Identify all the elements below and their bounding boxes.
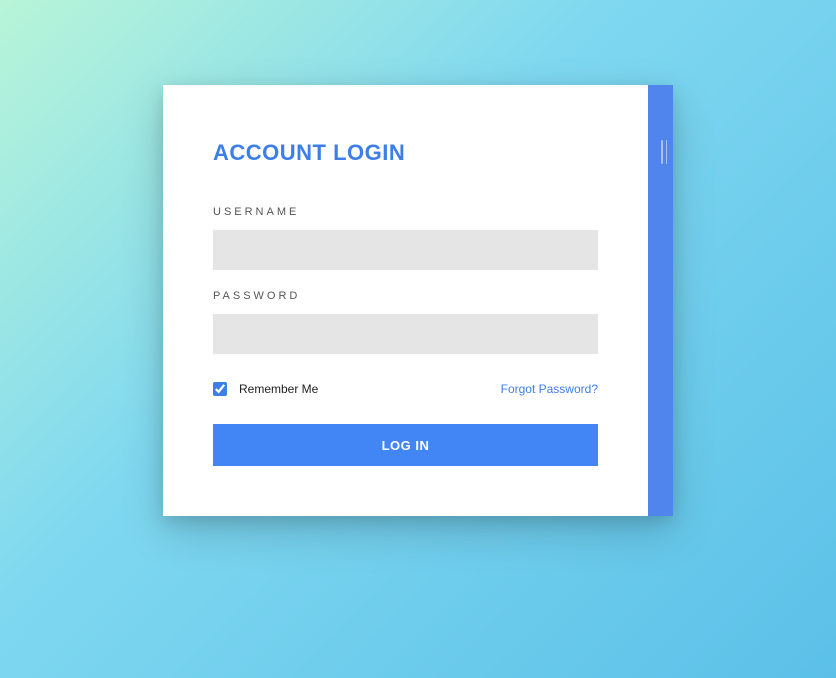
login-button[interactable]: LOG IN [213, 424, 598, 466]
remember-me-checkbox[interactable] [213, 382, 227, 396]
side-panel-toggle[interactable] [648, 85, 673, 516]
login-title: ACCOUNT LOGIN [213, 140, 598, 166]
password-input[interactable] [213, 314, 598, 354]
remember-me-wrap: Remember Me [213, 382, 318, 396]
username-label: USERNAME [213, 206, 598, 218]
login-card: ACCOUNT LOGIN USERNAME PASSWORD Remember… [163, 85, 673, 516]
drag-handle-icon [661, 140, 667, 164]
forgot-password-link[interactable]: Forgot Password? [501, 382, 598, 396]
password-label: PASSWORD [213, 290, 598, 302]
username-input[interactable] [213, 230, 598, 270]
login-content: ACCOUNT LOGIN USERNAME PASSWORD Remember… [163, 85, 648, 516]
remember-me-label: Remember Me [239, 382, 318, 396]
login-options-row: Remember Me Forgot Password? [213, 382, 598, 396]
